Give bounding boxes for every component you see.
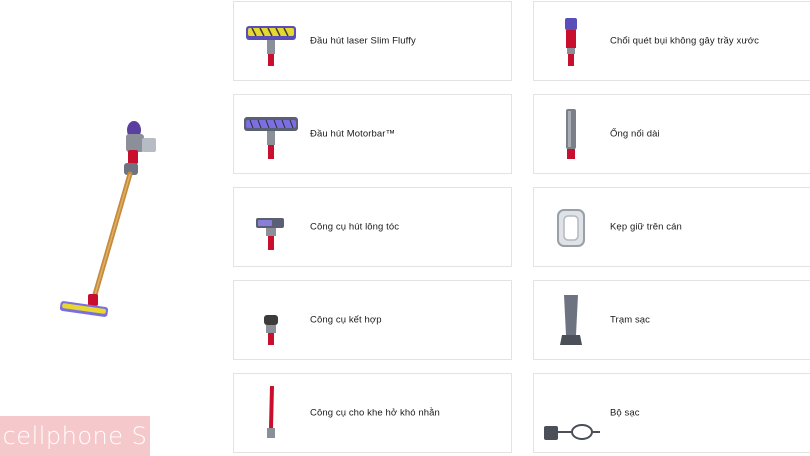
accessory-card-docking-station[interactable]: Trạm sạc	[533, 280, 810, 360]
crevice-tool-icon	[267, 386, 275, 438]
watermark-text: cellphone S	[2, 422, 148, 450]
accessory-label: Công cụ kết hợp	[310, 314, 382, 326]
docking-station-icon	[560, 295, 582, 345]
laser-slim-fluffy-head-icon	[246, 26, 296, 66]
cordless-vacuum-icon	[59, 121, 156, 317]
accessory-label: Bộ sạc	[610, 407, 640, 419]
accessory-card-laser-slim-fluffy[interactable]: Đầu hút laser Slim Fluffy	[233, 1, 512, 81]
accessory-label: Kẹp giữ trên cán	[610, 221, 682, 233]
accessory-card-crevice-tool[interactable]: Công cụ cho khe hở khó nhằn	[233, 373, 512, 453]
watermark-logo: cellphone S	[0, 416, 150, 456]
accessory-card-motorbar[interactable]: Đầu hút Motorbar™	[233, 94, 512, 174]
dusting-brush-icon	[565, 18, 577, 66]
combination-tool-icon	[264, 315, 278, 345]
charger-icon	[544, 424, 600, 440]
accessory-card-combination-tool[interactable]: Công cụ kết hợp	[233, 280, 512, 360]
accessory-label: Công cụ cho khe hở khó nhằn	[310, 407, 440, 419]
accessory-label: Trạm sạc	[610, 314, 651, 326]
accessory-label: Ống nối dài	[610, 128, 660, 140]
hair-screw-tool-icon	[256, 218, 284, 250]
accessory-label: Công cụ hút lông tóc	[310, 221, 400, 233]
accessory-card-wand-clip[interactable]: Kẹp giữ trên cán	[533, 187, 810, 267]
accessory-card-hair-tool[interactable]: Công cụ hút lông tóc	[233, 187, 512, 267]
motorbar-head-icon	[244, 117, 298, 159]
accessory-label: Chổi quét bụi không gây trầy xước	[610, 35, 759, 47]
accessory-label: Đầu hút Motorbar™	[310, 128, 396, 140]
accessory-label: Đầu hút laser Slim Fluffy	[310, 35, 416, 47]
accessory-card-dusting-brush[interactable]: Chổi quét bụi không gây trầy xước	[533, 1, 810, 81]
extension-wand-icon	[566, 109, 576, 159]
wand-clip-icon	[557, 209, 585, 247]
accessory-card-charger[interactable]: Bộ sạc	[533, 373, 810, 453]
accessory-card-extension-wand[interactable]: Ống nối dài	[533, 94, 810, 174]
